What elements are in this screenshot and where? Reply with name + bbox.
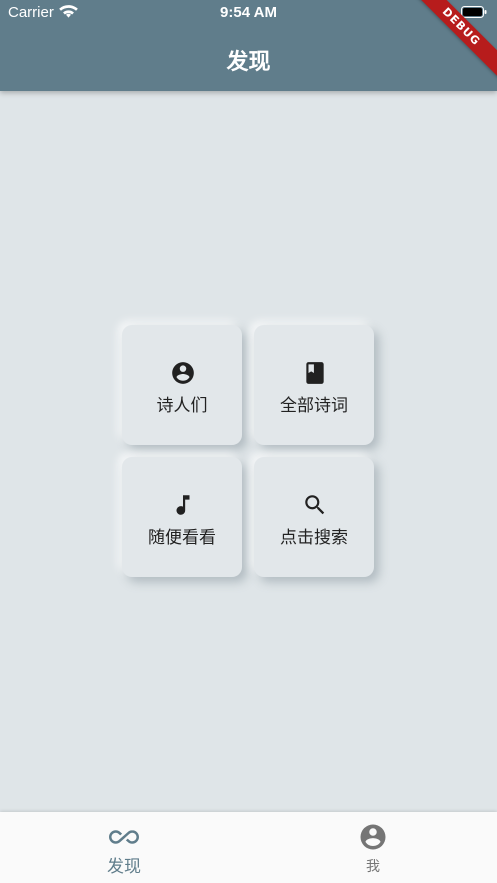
poets-tile[interactable]: 诗人们 bbox=[122, 325, 242, 445]
account-circle-icon bbox=[360, 824, 386, 850]
nav-item-discover[interactable]: 发现 bbox=[0, 812, 248, 883]
nav-item-me[interactable]: 我 bbox=[249, 812, 497, 883]
search-tile[interactable]: 点击搜索 bbox=[254, 457, 374, 577]
infinity-icon bbox=[109, 830, 139, 844]
account-circle-icon bbox=[172, 362, 194, 384]
music-note-icon bbox=[176, 495, 190, 515]
clock: 9:54 AM bbox=[220, 4, 277, 21]
status-bar: Carrier 9:54 AM bbox=[0, 0, 497, 26]
app-bar: Carrier 9:54 AM 发现 bbox=[0, 0, 497, 91]
nav-label-me: 我 bbox=[366, 859, 380, 875]
screen: Carrier 9:54 AM 发现 DEBUG 诗人们 全部诗词 随便看看 点… bbox=[0, 0, 497, 883]
search-icon bbox=[305, 495, 325, 515]
nav-label-discover: 发现 bbox=[107, 857, 141, 877]
book-icon bbox=[306, 362, 324, 384]
search-label: 点击搜索 bbox=[280, 528, 348, 548]
random-browse-label: 随便看看 bbox=[148, 528, 216, 548]
all-poems-label: 全部诗词 bbox=[280, 396, 348, 416]
bottom-navigation: 发现 我 bbox=[0, 812, 497, 883]
all-poems-tile[interactable]: 全部诗词 bbox=[254, 325, 374, 445]
poets-label: 诗人们 bbox=[156, 396, 208, 416]
random-browse-tile[interactable]: 随便看看 bbox=[122, 457, 242, 577]
page-title: 发现 bbox=[226, 50, 271, 75]
battery-icon bbox=[461, 6, 487, 18]
